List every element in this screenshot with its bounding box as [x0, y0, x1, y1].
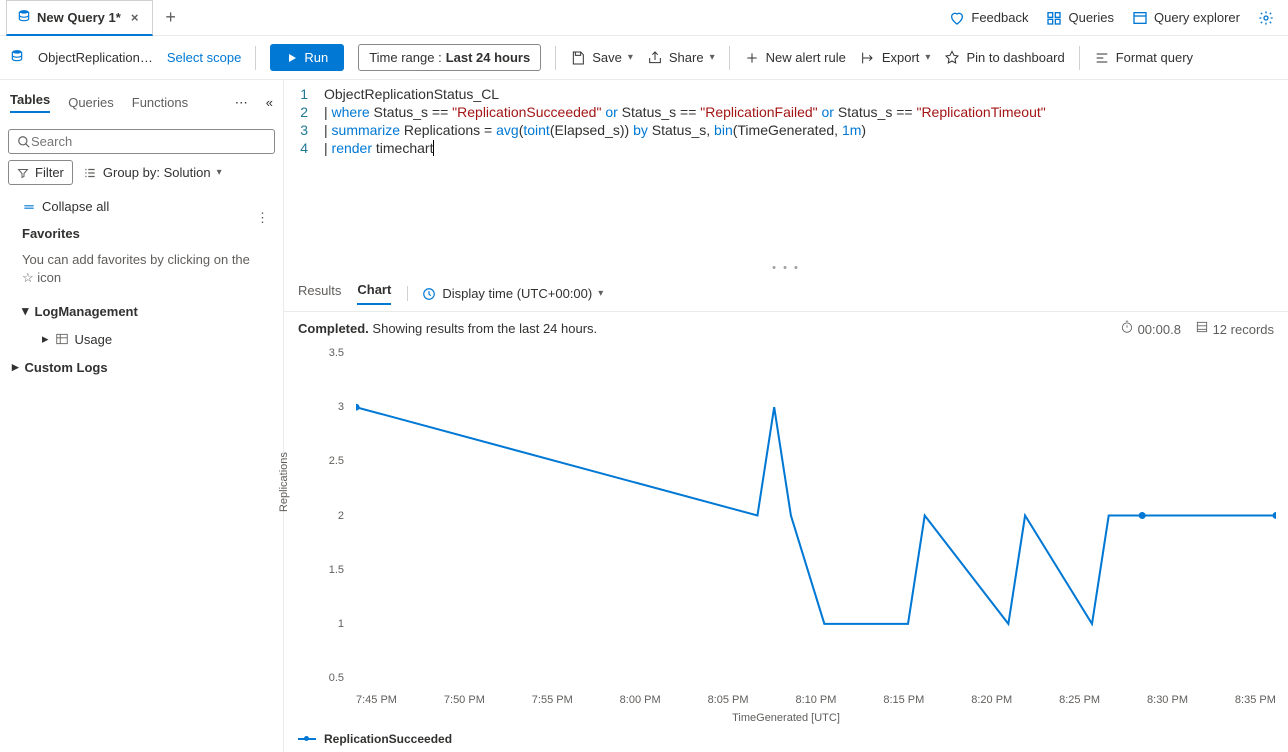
save-button[interactable]: Save▾: [570, 50, 633, 66]
favorites-heading: Favorites: [8, 220, 275, 247]
query-editor[interactable]: 1234 ObjectReplicationStatus_CL | where …: [284, 80, 1288, 260]
time-range-picker[interactable]: Time range : Last 24 hours: [358, 44, 541, 71]
legend-label: ReplicationSucceeded: [324, 732, 452, 746]
scope-label: ObjectReplication…: [38, 50, 153, 65]
sidebar-item-usage[interactable]: ▸Usage: [8, 325, 275, 353]
run-button[interactable]: Run: [270, 44, 344, 71]
database-icon: [17, 9, 31, 26]
line-numbers: 1234: [284, 86, 318, 260]
add-tab-button[interactable]: +: [153, 1, 188, 34]
record-count: 12 records: [1195, 320, 1274, 337]
settings-icon[interactable]: [1258, 10, 1274, 26]
search-input[interactable]: [8, 129, 275, 154]
legend-line-icon: [298, 738, 316, 740]
collapse-icon: [22, 200, 36, 214]
new-alert-button[interactable]: New alert rule: [744, 50, 846, 66]
favorites-info: You can add favorites by clicking on the…: [8, 247, 275, 297]
query-time: 00:00.8: [1120, 320, 1181, 337]
results-tab[interactable]: Results: [298, 283, 341, 304]
chevron-right-icon: ▸: [12, 359, 19, 375]
close-icon[interactable]: ×: [127, 10, 143, 25]
stopwatch-icon: [1120, 320, 1134, 334]
list-icon: [83, 166, 97, 180]
search-icon: [17, 135, 31, 149]
chevron-down-icon: ▾: [598, 288, 603, 299]
chevron-down-icon: ▾: [22, 303, 29, 319]
kebab-icon[interactable]: ⋮: [256, 210, 269, 226]
status-message: Showing results from the last 24 hours.: [372, 321, 597, 336]
sidebar-item-logmanagement[interactable]: ▾LogManagement: [8, 297, 275, 325]
x-axis: 7:45 PM7:50 PM7:55 PM8:00 PM8:05 PM8:10 …: [356, 694, 1276, 706]
collapse-all-button[interactable]: Collapse all: [8, 193, 275, 220]
y-axis: 3.532.521.510.5: [308, 353, 348, 678]
status-completed: Completed.: [298, 321, 369, 336]
query-tab[interactable]: New Query 1* ×: [6, 0, 153, 36]
chevron-down-icon: ▾: [925, 52, 930, 63]
feedback-link[interactable]: Feedback: [949, 10, 1028, 26]
resize-handle[interactable]: • • •: [284, 260, 1288, 276]
chart-plot: [356, 353, 1276, 678]
chevron-down-icon: ▾: [628, 52, 633, 63]
chevron-right-icon: ▸: [42, 331, 49, 347]
records-icon: [1195, 320, 1209, 334]
chart-legend: ReplicationSucceeded: [284, 726, 1288, 752]
tab-tables[interactable]: Tables: [10, 92, 50, 113]
tab-functions[interactable]: Functions: [132, 95, 188, 110]
clock-icon: [422, 287, 436, 301]
chart-area: Replications 3.532.521.510.5 7:45 PM7:50…: [284, 345, 1288, 726]
tab-queries[interactable]: Queries: [68, 95, 114, 110]
collapse-sidebar-icon[interactable]: «: [266, 95, 273, 110]
y-axis-label: Replications: [278, 452, 290, 512]
queries-link[interactable]: Queries: [1046, 10, 1114, 26]
tab-title: New Query 1*: [37, 10, 121, 25]
x-axis-label: TimeGenerated [UTC]: [732, 712, 840, 724]
table-icon: [55, 332, 69, 346]
pin-button[interactable]: Pin to dashboard: [944, 50, 1064, 66]
sidebar-item-customlogs[interactable]: ▸Custom Logs: [8, 353, 275, 381]
filter-button[interactable]: Filter: [8, 160, 73, 185]
select-scope-link[interactable]: Select scope: [167, 50, 241, 65]
format-query-button[interactable]: Format query: [1094, 50, 1193, 66]
export-button[interactable]: Export▾: [860, 50, 931, 66]
chevron-down-icon: ▾: [217, 167, 222, 178]
group-by-dropdown[interactable]: Group by: Solution▾: [83, 165, 222, 180]
kebab-icon[interactable]: ⋯: [235, 95, 248, 111]
display-time-dropdown[interactable]: Display time (UTC+00:00)▾: [407, 286, 603, 301]
query-explorer-link[interactable]: Query explorer: [1132, 10, 1240, 26]
chart-tab[interactable]: Chart: [357, 282, 391, 305]
share-button[interactable]: Share▾: [647, 50, 715, 66]
chevron-down-icon: ▾: [710, 52, 715, 63]
filter-icon: [17, 167, 29, 179]
database-icon: [10, 49, 24, 66]
